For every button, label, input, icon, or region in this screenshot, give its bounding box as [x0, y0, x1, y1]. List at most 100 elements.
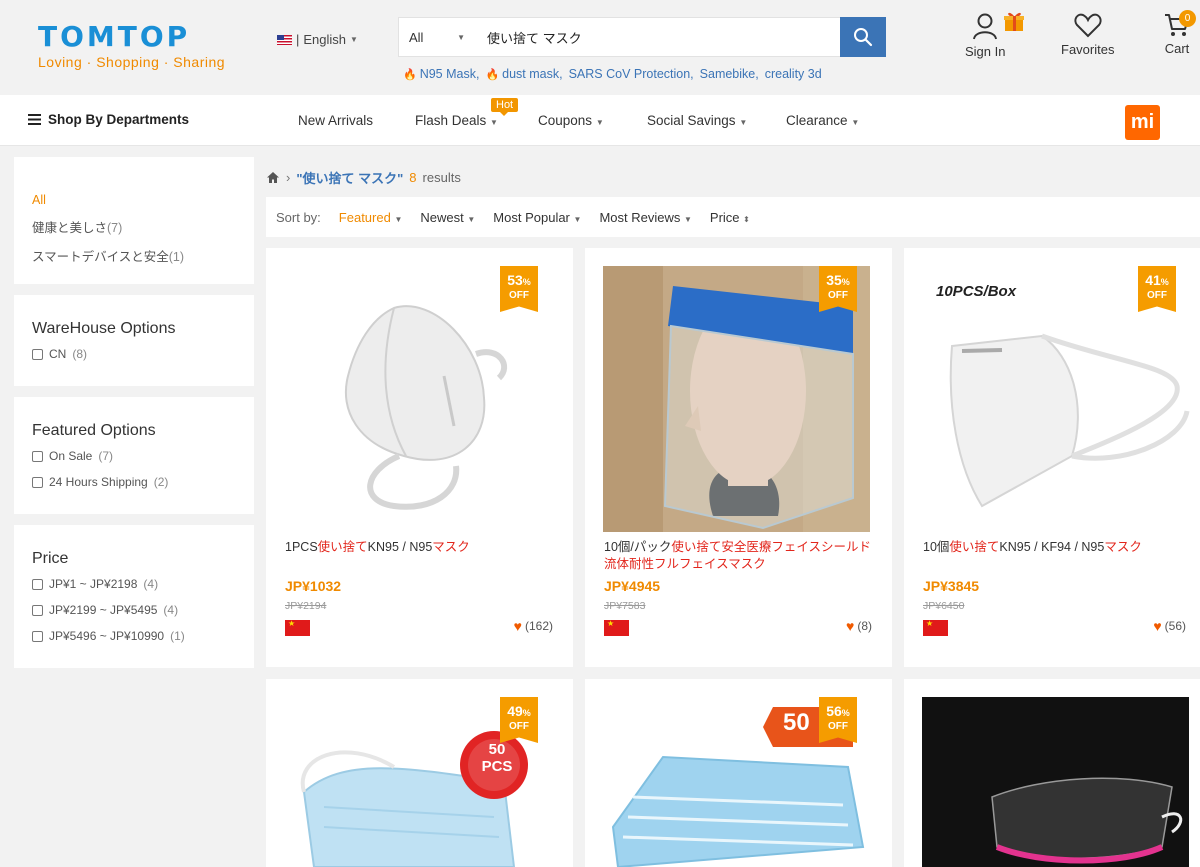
- caret-down-icon: ▼: [467, 214, 476, 224]
- product-title[interactable]: 10個/パック使い捨て安全医療フェイスシールド流体耐性フルフェイスマスク: [604, 539, 872, 573]
- hot-term-link[interactable]: 🔥 dust mask,: [485, 67, 562, 81]
- home-icon[interactable]: [266, 171, 280, 184]
- filter-checkbox-on-sale[interactable]: On Sale (7): [32, 449, 236, 463]
- sort-arrows-icon: ⬍: [743, 214, 750, 224]
- price-title: Price: [32, 550, 69, 567]
- sort-newest[interactable]: Newest ▼: [420, 210, 475, 225]
- search-button[interactable]: [840, 17, 886, 57]
- search-icon: [854, 28, 873, 47]
- china-flag-icon: [285, 619, 310, 636]
- product-old-price: JP¥6450: [923, 600, 965, 612]
- caret-down-icon: ▼: [350, 35, 358, 44]
- category-link-all[interactable]: All: [32, 193, 236, 207]
- favorite-count[interactable]: ♥ (56): [1153, 618, 1186, 634]
- filter-checkbox-cn[interactable]: CN (8): [32, 347, 236, 361]
- product-image[interactable]: [922, 697, 1189, 867]
- site-header: TOMTOP Loving · Shopping · Sharing | Eng…: [0, 0, 1200, 95]
- search-category-label: All: [409, 29, 424, 45]
- cart-count-badge: 0: [1179, 10, 1196, 27]
- checkbox[interactable]: [32, 630, 43, 642]
- favorite-count[interactable]: ♥ (8): [846, 618, 872, 634]
- hot-term-link[interactable]: SARS CoV Protection,: [569, 67, 694, 81]
- sort-featured[interactable]: Featured ▼: [339, 210, 403, 225]
- favorite-count[interactable]: ♥ (162): [514, 618, 553, 634]
- shop-by-departments-menu[interactable]: Shop By Departments: [28, 112, 189, 127]
- cart-link[interactable]: 0 Cart: [1164, 10, 1196, 56]
- box-count-label: 10PCS/Box: [936, 283, 1017, 300]
- main-nav: Shop By Departments New Arrivals Flash D…: [0, 95, 1200, 146]
- caret-down-icon: ▼: [595, 118, 604, 127]
- lang-divider: |: [296, 32, 300, 47]
- sort-most-reviews[interactable]: Most Reviews ▼: [599, 210, 691, 225]
- featured-title: Featured Options: [32, 422, 156, 439]
- result-count: 8: [409, 170, 417, 185]
- us-flag-icon: [277, 34, 292, 45]
- product-price: JP¥1032: [285, 578, 342, 594]
- nav-coupons[interactable]: Coupons ▼: [538, 113, 604, 128]
- gift-icon[interactable]: [1003, 10, 1025, 32]
- pack-count-label: 50 PCS: [481, 741, 513, 775]
- sort-price[interactable]: Price ⬍: [710, 210, 750, 225]
- filter-checkbox-price[interactable]: JP¥1 ~ JP¥2198 (4): [32, 577, 236, 591]
- nav-new-arrivals[interactable]: New Arrivals: [298, 113, 373, 128]
- pack-count-label: 50: [783, 709, 810, 736]
- category-filter-panel: All 健康と美しさ(7) スマートデバイスと安全(1): [14, 157, 254, 284]
- caret-down-icon: ▼: [457, 32, 465, 42]
- product-title[interactable]: 1PCS使い捨てKN95 / N95マスク: [285, 539, 553, 556]
- favorites-label: Favorites: [1061, 42, 1115, 57]
- checkbox[interactable]: [32, 450, 43, 462]
- discount-badge: 49% OFF: [500, 697, 538, 743]
- search-bar: All ▼: [398, 17, 886, 57]
- discount-badge: 41% OFF: [1138, 266, 1176, 312]
- logo-tagline: Loving · Shopping · Sharing: [38, 54, 226, 70]
- tomtop-logo[interactable]: TOMTOP Loving · Shopping · Sharing: [38, 22, 226, 71]
- product-card[interactable]: 35% OFF 10個/パック使い捨て安全医療フェイスシールド流体耐性フルフェイ…: [585, 248, 892, 667]
- hot-term-link[interactable]: Samebike,: [700, 67, 759, 81]
- checkbox[interactable]: [32, 578, 43, 590]
- product-card[interactable]: [904, 679, 1200, 867]
- heart-icon: [1074, 13, 1102, 38]
- fire-icon: 🔥: [403, 69, 417, 81]
- sort-most-popular[interactable]: Most Popular ▼: [493, 210, 581, 225]
- user-icon: [973, 13, 998, 40]
- breadcrumb: › "使い捨て マスク" 8 results: [266, 168, 461, 187]
- filter-checkbox-price[interactable]: JP¥5496 ~ JP¥10990 (1): [32, 629, 236, 643]
- caret-down-icon: ▼: [573, 214, 582, 224]
- hot-search-terms: 🔥 N95 Mask, 🔥 dust mask, SARS CoV Protecti…: [403, 67, 822, 81]
- favorites-link[interactable]: Favorites: [1061, 12, 1114, 57]
- hot-term-link[interactable]: 🔥 N95 Mask,: [403, 67, 479, 81]
- sign-in-link[interactable]: Sign In: [965, 12, 1005, 59]
- search-input[interactable]: [477, 18, 840, 56]
- product-card[interactable]: 50 56% OFF: [585, 679, 892, 867]
- search-category-select[interactable]: All ▼: [399, 18, 477, 56]
- warehouse-title: WareHouse Options: [32, 320, 176, 337]
- nav-clearance[interactable]: Clearance ▼: [786, 113, 859, 128]
- product-card[interactable]: 50 PCS 49% OFF: [266, 679, 573, 867]
- language-selector[interactable]: | English ▼: [277, 32, 358, 47]
- heart-icon: ♥: [846, 618, 855, 634]
- sign-in-label: Sign In: [965, 44, 1006, 59]
- nav-flash-deals[interactable]: Flash Deals ▼: [415, 113, 498, 128]
- sort-label: Sort by:: [276, 209, 321, 225]
- price-filter-panel: Price JP¥1 ~ JP¥2198 (4) JP¥2199 ~ JP¥549…: [14, 525, 254, 668]
- product-card[interactable]: 53% OFF 1PCS使い捨てKN95 / N95マスク JP¥1032 JP…: [266, 248, 573, 667]
- caret-down-icon: ▼: [490, 118, 498, 127]
- checkbox[interactable]: [32, 348, 43, 360]
- checkbox[interactable]: [32, 604, 43, 616]
- discount-badge: 35% OFF: [819, 266, 857, 312]
- filter-checkbox-24h-shipping[interactable]: 24 Hours Shipping (2): [32, 475, 236, 489]
- filter-checkbox-price[interactable]: JP¥2199 ~ JP¥5495 (4): [32, 603, 236, 617]
- category-link[interactable]: 健康と美しさ(7): [32, 217, 236, 236]
- product-old-price: JP¥7583: [604, 600, 646, 612]
- discount-badge: 56% OFF: [819, 697, 857, 743]
- mi-brand-logo[interactable]: mi: [1125, 105, 1160, 140]
- checkbox[interactable]: [32, 476, 43, 488]
- nav-social-savings[interactable]: Social Savings ▼: [647, 113, 747, 128]
- result-count-suffix: results: [422, 170, 461, 185]
- language-label: English: [303, 32, 347, 47]
- product-card[interactable]: 10PCS/Box 41% OFF 10個使い捨てKN95 / KF94 / N…: [904, 248, 1200, 667]
- product-title[interactable]: 10個使い捨てKN95 / KF94 / N95マスク: [923, 539, 1191, 556]
- hot-term-link[interactable]: creality 3d: [765, 67, 822, 81]
- china-flag-icon: [923, 619, 948, 636]
- category-link[interactable]: スマートデバイスと安全(1): [32, 246, 236, 265]
